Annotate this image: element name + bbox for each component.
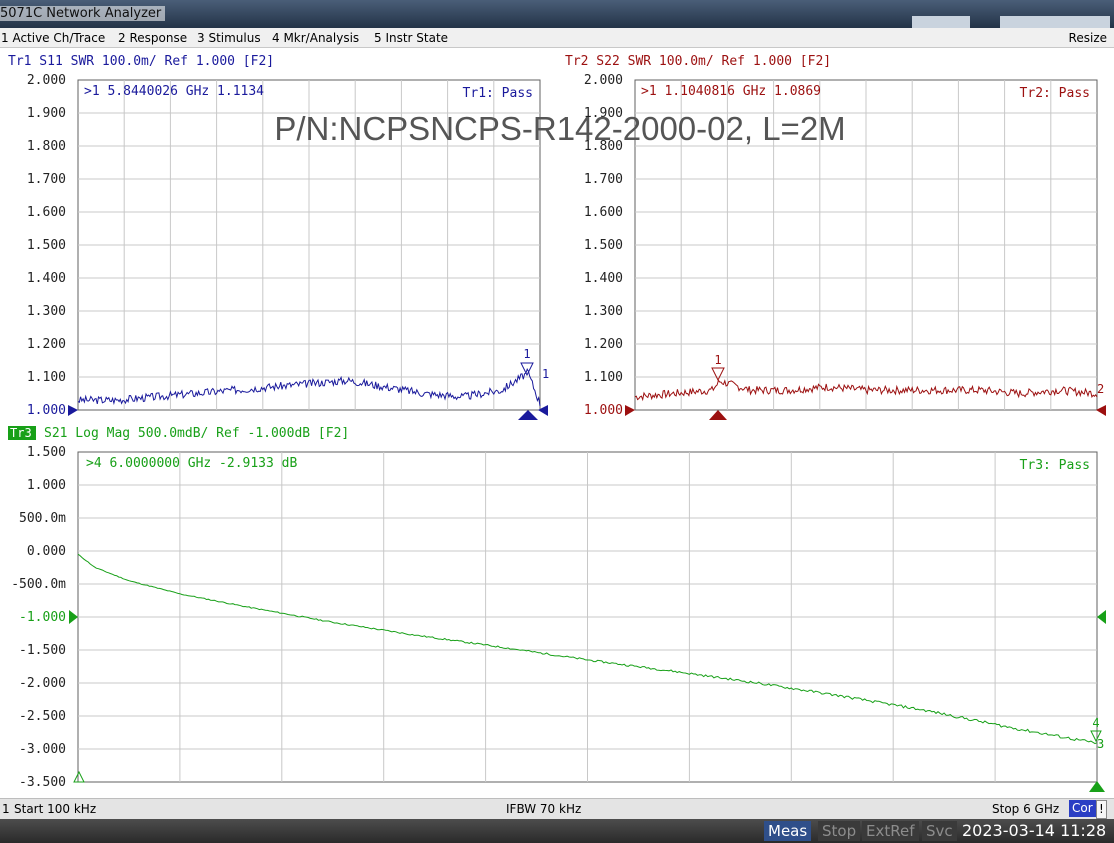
tr3-y-tick-label: 0.000 xyxy=(27,544,66,559)
tr1-y-tick-label: 1.600 xyxy=(27,205,66,220)
tr2-marker-label: 1 xyxy=(714,353,721,367)
tr3-ref-pointer-left-icon xyxy=(69,610,78,624)
warning-indicator[interactable]: ! xyxy=(1096,800,1107,819)
channel-number[interactable]: 1 xyxy=(2,802,10,816)
tr2-y-tick-label: 1.300 xyxy=(584,304,623,319)
menu-active-ch-trace[interactable]: 1 Active Ch/Trace xyxy=(1,31,105,45)
tr3-y-axis: 1.500 1.000 500.0m 0.000 -500.0m -1.000 -1.500… xyxy=(11,445,66,790)
stop-indicator: Stop xyxy=(818,821,861,841)
tr2-y-tick-label: 2.000 xyxy=(584,73,623,88)
tr3-y-tick-label: -2.000 xyxy=(19,676,66,691)
tr1-ref-pointer-left-icon xyxy=(68,405,78,416)
menu-stimulus[interactable]: 3 Stimulus xyxy=(197,31,261,45)
tr2-y-tick-label: 1.100 xyxy=(584,370,623,385)
tr1-y-axis: 2.000 1.900 1.800 1.700 1.600 1.500 1.400 1.300… xyxy=(27,73,66,418)
tr1-marker-readout: >1 5.8440026 GHz 1.1134 xyxy=(84,84,264,99)
tr1-y-tick-label: 1.200 xyxy=(27,337,66,352)
plot-area: Tr1 S11 SWR 100.0m/ Ref 1.000 [F2] 2.000… xyxy=(0,48,1114,798)
menu-bar: 1 Active Ch/Trace 2 Response 3 Stimulus … xyxy=(0,28,1114,48)
tr1-y-tick-label: 1.800 xyxy=(27,139,66,154)
tr2-pass-label: Tr2: Pass xyxy=(1020,86,1090,101)
tr2-marker-triangle-icon xyxy=(711,367,725,382)
tr3-y-tick-label: 1.000 xyxy=(27,478,66,493)
tr3-tag[interactable]: Tr3 xyxy=(10,426,32,440)
tr1-y-tick-label: 1.300 xyxy=(27,304,66,319)
tr3-marker-label-4: 4 xyxy=(1092,716,1099,730)
clock: 2023-03-14 11:28 xyxy=(962,821,1107,840)
tr3-ref-pointer-right-icon xyxy=(1097,610,1106,624)
ifbw-label[interactable]: IFBW 70 kHz xyxy=(506,802,581,816)
tr2-y-tick-label: 1.700 xyxy=(584,172,623,187)
tr2-y-tick-label: 1.400 xyxy=(584,271,623,286)
correction-badge[interactable]: Cor xyxy=(1069,800,1096,817)
tr3-y-tick-label: -3.500 xyxy=(19,775,66,790)
tr3-marker[interactable]: 4 3 xyxy=(1090,716,1104,751)
tr3-y-tick-label: -1.000 xyxy=(19,610,66,625)
tr3-y-tick-label: -1.500 xyxy=(19,643,66,658)
tr3-start-marker-icon xyxy=(73,770,85,783)
tr2-y-tick-label: 1.600 xyxy=(584,205,623,220)
start-frequency[interactable]: Start 100 kHz xyxy=(14,802,96,816)
tr2-header[interactable]: Tr2 S22 SWR 100.0m/ Ref 1.000 [F2] xyxy=(565,54,831,69)
instrument-status-bar: Meas Stop ExtRef Svc 2023-03-14 11:28 xyxy=(0,819,1114,843)
tr2-marker-readout: >1 1.1040816 GHz 1.0869 xyxy=(641,84,821,99)
title-bar: 5071C Network Analyzer xyxy=(0,0,1114,28)
tr3-y-tick-label: -500.0m xyxy=(11,577,66,592)
tr2-marker[interactable]: 1 xyxy=(711,353,725,382)
tr3-grid xyxy=(78,452,1097,782)
tr3-stimulus-pointer-icon xyxy=(1089,781,1105,792)
svc-indicator: Svc xyxy=(922,821,957,841)
tr1-y-tick-label: 1.400 xyxy=(27,271,66,286)
tr2-y-tick-label: 1.000 xyxy=(584,403,623,418)
tr3-y-tick-label: 500.0m xyxy=(19,511,66,526)
tr1-y-tick-label: 1.700 xyxy=(27,172,66,187)
title-bar-decoration xyxy=(1000,16,1110,28)
tr1-header[interactable]: Tr1 S11 SWR 100.0m/ Ref 1.000 [F2] xyxy=(8,54,274,69)
menu-instr-state[interactable]: 5 Instr State xyxy=(374,31,448,45)
status-bar: 1 Start 100 kHz IFBW 70 kHz Stop 6 GHz C… xyxy=(0,798,1114,819)
menu-response[interactable]: 2 Response xyxy=(118,31,187,45)
tr3-y-tick-label: 1.500 xyxy=(27,445,66,460)
tr2-ref-label: 2 xyxy=(1097,382,1104,396)
title-bar-decoration xyxy=(912,16,970,28)
tr3-y-tick-label: -3.000 xyxy=(19,742,66,757)
tr3-y-tick-label: -2.500 xyxy=(19,709,66,724)
tr1-pass-label: Tr1: Pass xyxy=(463,86,533,101)
tr3-marker-label-3: 3 xyxy=(1097,737,1104,751)
extref-indicator: ExtRef xyxy=(862,821,919,841)
tr1-y-tick-label: 1.500 xyxy=(27,238,66,253)
overlay-part-number: P/N:NCPSNCPS-R142-2000-02, L=2M xyxy=(274,110,845,147)
tr1-y-tick-label: 2.000 xyxy=(27,73,66,88)
resize-button[interactable]: Resize xyxy=(1069,31,1107,45)
menu-mkr-analysis[interactable]: 4 Mkr/Analysis xyxy=(272,31,359,45)
stop-frequency[interactable]: Stop 6 GHz xyxy=(992,802,1059,816)
tr3-header[interactable]: S21 Log Mag 500.0mdB/ Ref -1.000dB [F2] xyxy=(44,426,349,441)
tr1-y-tick-label: 1.900 xyxy=(27,106,66,121)
tr1-marker-label: 1 xyxy=(523,347,530,361)
tr2-ref-pointer-left-icon xyxy=(625,405,635,416)
tr1-marker-edge-label: 1 xyxy=(542,367,549,381)
tr2-y-tick-label: 1.500 xyxy=(584,238,623,253)
tr1-y-tick-label: 1.000 xyxy=(27,403,66,418)
tr1-stimulus-pointer-icon xyxy=(518,410,538,420)
tr2-y-tick-label: 1.200 xyxy=(584,337,623,352)
tr3-marker-readout: >4 6.0000000 GHz -2.9133 dB xyxy=(86,456,297,471)
tr1-y-tick-label: 1.100 xyxy=(27,370,66,385)
meas-indicator: Meas xyxy=(764,821,812,841)
window-title: 5071C Network Analyzer xyxy=(0,6,166,21)
tr3-pass-label: Tr3: Pass xyxy=(1020,458,1090,473)
tr2-stimulus-pointer-icon xyxy=(709,410,727,420)
